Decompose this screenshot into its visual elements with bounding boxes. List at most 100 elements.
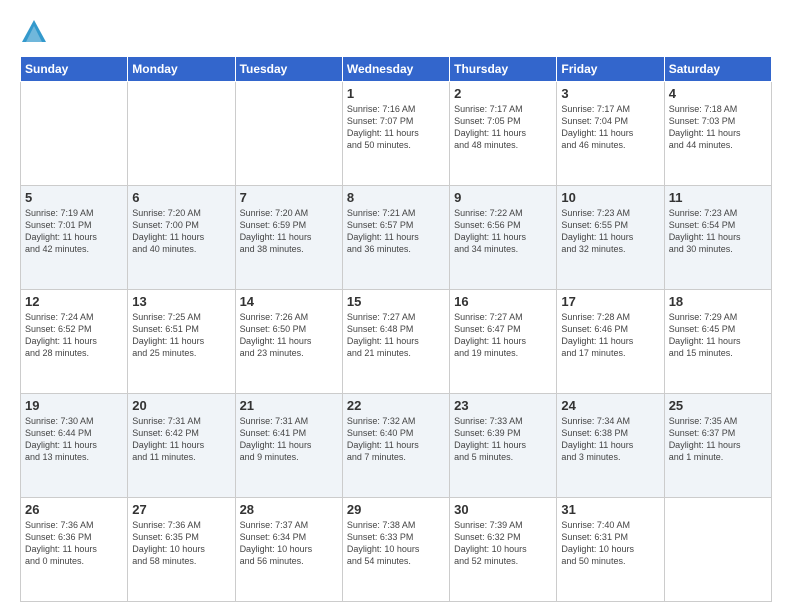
day-info: Sunrise: 7:22 AM Sunset: 6:56 PM Dayligh… <box>454 207 552 256</box>
day-info: Sunrise: 7:38 AM Sunset: 6:33 PM Dayligh… <box>347 519 445 568</box>
calendar-cell: 11 Sunrise: 7:23 AM Sunset: 6:54 PM Dayli… <box>664 186 771 290</box>
day-number: 20 <box>132 398 230 413</box>
logo-icon <box>20 18 48 46</box>
calendar-cell: 15 Sunrise: 7:27 AM Sunset: 6:48 PM Dayli… <box>342 290 449 394</box>
day-number: 1 <box>347 86 445 101</box>
calendar-cell: 23Sunrise: 7:33 AM Sunset: 6:39 PM Dayli… <box>450 394 557 498</box>
day-info: Sunrise: 7:36 AM Sunset: 6:36 PM Dayligh… <box>25 519 123 568</box>
calendar-cell: 21 Sunrise: 7:31 AM Sunset: 6:41 PM Dayli… <box>235 394 342 498</box>
day-number: 7 <box>240 190 338 205</box>
calendar-week-row: 19 Sunrise: 7:30 AM Sunset: 6:44 PM Dayli… <box>21 394 772 498</box>
day-number: 6 <box>132 190 230 205</box>
day-info: Sunrise: 7:31 AM Sunset: 6:42 PM Dayligh… <box>132 415 230 464</box>
calendar-cell: 19 Sunrise: 7:30 AM Sunset: 6:44 PM Dayli… <box>21 394 128 498</box>
day-info: Sunrise: 7:17 AM Sunset: 7:04 PM Dayligh… <box>561 103 659 152</box>
weekday-header: Sunday <box>21 57 128 82</box>
day-number: 3 <box>561 86 659 101</box>
calendar-cell: 27Sunrise: 7:36 AM Sunset: 6:35 PM Dayli… <box>128 498 235 602</box>
calendar-cell: 17Sunrise: 7:28 AM Sunset: 6:46 PM Dayli… <box>557 290 664 394</box>
day-info: Sunrise: 7:23 AM Sunset: 6:54 PM Dayligh… <box>669 207 767 256</box>
weekday-header: Wednesday <box>342 57 449 82</box>
calendar-week-row: 12 Sunrise: 7:24 AM Sunset: 6:52 PM Dayli… <box>21 290 772 394</box>
calendar-cell: 7 Sunrise: 7:20 AM Sunset: 6:59 PM Daylig… <box>235 186 342 290</box>
day-info: Sunrise: 7:17 AM Sunset: 7:05 PM Dayligh… <box>454 103 552 152</box>
day-info: Sunrise: 7:35 AM Sunset: 6:37 PM Dayligh… <box>669 415 767 464</box>
day-number: 16 <box>454 294 552 309</box>
calendar-cell: 22Sunrise: 7:32 AM Sunset: 6:40 PM Dayli… <box>342 394 449 498</box>
weekday-header: Thursday <box>450 57 557 82</box>
logo <box>20 18 50 46</box>
calendar-week-row: 26 Sunrise: 7:36 AM Sunset: 6:36 PM Dayli… <box>21 498 772 602</box>
day-info: Sunrise: 7:31 AM Sunset: 6:41 PM Dayligh… <box>240 415 338 464</box>
day-number: 19 <box>25 398 123 413</box>
day-info: Sunrise: 7:29 AM Sunset: 6:45 PM Dayligh… <box>669 311 767 360</box>
day-info: Sunrise: 7:25 AM Sunset: 6:51 PM Dayligh… <box>132 311 230 360</box>
day-info: Sunrise: 7:40 AM Sunset: 6:31 PM Dayligh… <box>561 519 659 568</box>
calendar-cell: 26 Sunrise: 7:36 AM Sunset: 6:36 PM Dayli… <box>21 498 128 602</box>
day-info: Sunrise: 7:23 AM Sunset: 6:55 PM Dayligh… <box>561 207 659 256</box>
calendar-cell: 8 Sunrise: 7:21 AM Sunset: 6:57 PM Daylig… <box>342 186 449 290</box>
day-number: 15 <box>347 294 445 309</box>
day-info: Sunrise: 7:16 AM Sunset: 7:07 PM Dayligh… <box>347 103 445 152</box>
day-info: Sunrise: 7:24 AM Sunset: 6:52 PM Dayligh… <box>25 311 123 360</box>
day-info: Sunrise: 7:34 AM Sunset: 6:38 PM Dayligh… <box>561 415 659 464</box>
calendar-cell: 25 Sunrise: 7:35 AM Sunset: 6:37 PM Dayli… <box>664 394 771 498</box>
calendar-cell <box>21 82 128 186</box>
day-info: Sunrise: 7:18 AM Sunset: 7:03 PM Dayligh… <box>669 103 767 152</box>
day-number: 18 <box>669 294 767 309</box>
day-number: 11 <box>669 190 767 205</box>
calendar-cell: 2 Sunrise: 7:17 AM Sunset: 7:05 PM Daylig… <box>450 82 557 186</box>
weekday-header: Tuesday <box>235 57 342 82</box>
day-number: 12 <box>25 294 123 309</box>
calendar-table: SundayMondayTuesdayWednesdayThursdayFrid… <box>20 56 772 602</box>
day-number: 28 <box>240 502 338 517</box>
calendar-cell: 6 Sunrise: 7:20 AM Sunset: 7:00 PM Daylig… <box>128 186 235 290</box>
day-number: 26 <box>25 502 123 517</box>
calendar-cell: 5 Sunrise: 7:19 AM Sunset: 7:01 PM Daylig… <box>21 186 128 290</box>
day-info: Sunrise: 7:27 AM Sunset: 6:48 PM Dayligh… <box>347 311 445 360</box>
weekday-header: Friday <box>557 57 664 82</box>
calendar-cell <box>235 82 342 186</box>
day-number: 14 <box>240 294 338 309</box>
day-number: 25 <box>669 398 767 413</box>
day-number: 31 <box>561 502 659 517</box>
calendar-cell: 29 Sunrise: 7:38 AM Sunset: 6:33 PM Dayli… <box>342 498 449 602</box>
day-number: 24 <box>561 398 659 413</box>
day-number: 23 <box>454 398 552 413</box>
calendar-cell: 30 Sunrise: 7:39 AM Sunset: 6:32 PM Dayli… <box>450 498 557 602</box>
day-number: 8 <box>347 190 445 205</box>
calendar-cell: 4Sunrise: 7:18 AM Sunset: 7:03 PM Daylig… <box>664 82 771 186</box>
day-info: Sunrise: 7:39 AM Sunset: 6:32 PM Dayligh… <box>454 519 552 568</box>
calendar-cell: 1 Sunrise: 7:16 AM Sunset: 7:07 PM Daylig… <box>342 82 449 186</box>
day-number: 2 <box>454 86 552 101</box>
calendar-week-row: 1 Sunrise: 7:16 AM Sunset: 7:07 PM Daylig… <box>21 82 772 186</box>
day-number: 29 <box>347 502 445 517</box>
day-number: 10 <box>561 190 659 205</box>
day-info: Sunrise: 7:19 AM Sunset: 7:01 PM Dayligh… <box>25 207 123 256</box>
day-info: Sunrise: 7:30 AM Sunset: 6:44 PM Dayligh… <box>25 415 123 464</box>
day-info: Sunrise: 7:32 AM Sunset: 6:40 PM Dayligh… <box>347 415 445 464</box>
day-number: 13 <box>132 294 230 309</box>
header <box>20 18 772 46</box>
day-info: Sunrise: 7:20 AM Sunset: 7:00 PM Dayligh… <box>132 207 230 256</box>
day-info: Sunrise: 7:20 AM Sunset: 6:59 PM Dayligh… <box>240 207 338 256</box>
calendar-cell: 3 Sunrise: 7:17 AM Sunset: 7:04 PM Daylig… <box>557 82 664 186</box>
calendar-cell: 28Sunrise: 7:37 AM Sunset: 6:34 PM Dayli… <box>235 498 342 602</box>
calendar-cell: 31 Sunrise: 7:40 AM Sunset: 6:31 PM Dayli… <box>557 498 664 602</box>
day-info: Sunrise: 7:36 AM Sunset: 6:35 PM Dayligh… <box>132 519 230 568</box>
day-number: 9 <box>454 190 552 205</box>
day-number: 21 <box>240 398 338 413</box>
calendar-cell: 10 Sunrise: 7:23 AM Sunset: 6:55 PM Dayli… <box>557 186 664 290</box>
day-info: Sunrise: 7:28 AM Sunset: 6:46 PM Dayligh… <box>561 311 659 360</box>
calendar-cell: 14Sunrise: 7:26 AM Sunset: 6:50 PM Dayli… <box>235 290 342 394</box>
calendar-week-row: 5 Sunrise: 7:19 AM Sunset: 7:01 PM Daylig… <box>21 186 772 290</box>
day-number: 30 <box>454 502 552 517</box>
calendar-cell <box>128 82 235 186</box>
calendar-cell: 9 Sunrise: 7:22 AM Sunset: 6:56 PM Daylig… <box>450 186 557 290</box>
calendar-cell: 12 Sunrise: 7:24 AM Sunset: 6:52 PM Dayli… <box>21 290 128 394</box>
day-info: Sunrise: 7:21 AM Sunset: 6:57 PM Dayligh… <box>347 207 445 256</box>
calendar-cell <box>664 498 771 602</box>
day-number: 5 <box>25 190 123 205</box>
calendar-cell: 24 Sunrise: 7:34 AM Sunset: 6:38 PM Dayli… <box>557 394 664 498</box>
calendar-cell: 20 Sunrise: 7:31 AM Sunset: 6:42 PM Dayli… <box>128 394 235 498</box>
